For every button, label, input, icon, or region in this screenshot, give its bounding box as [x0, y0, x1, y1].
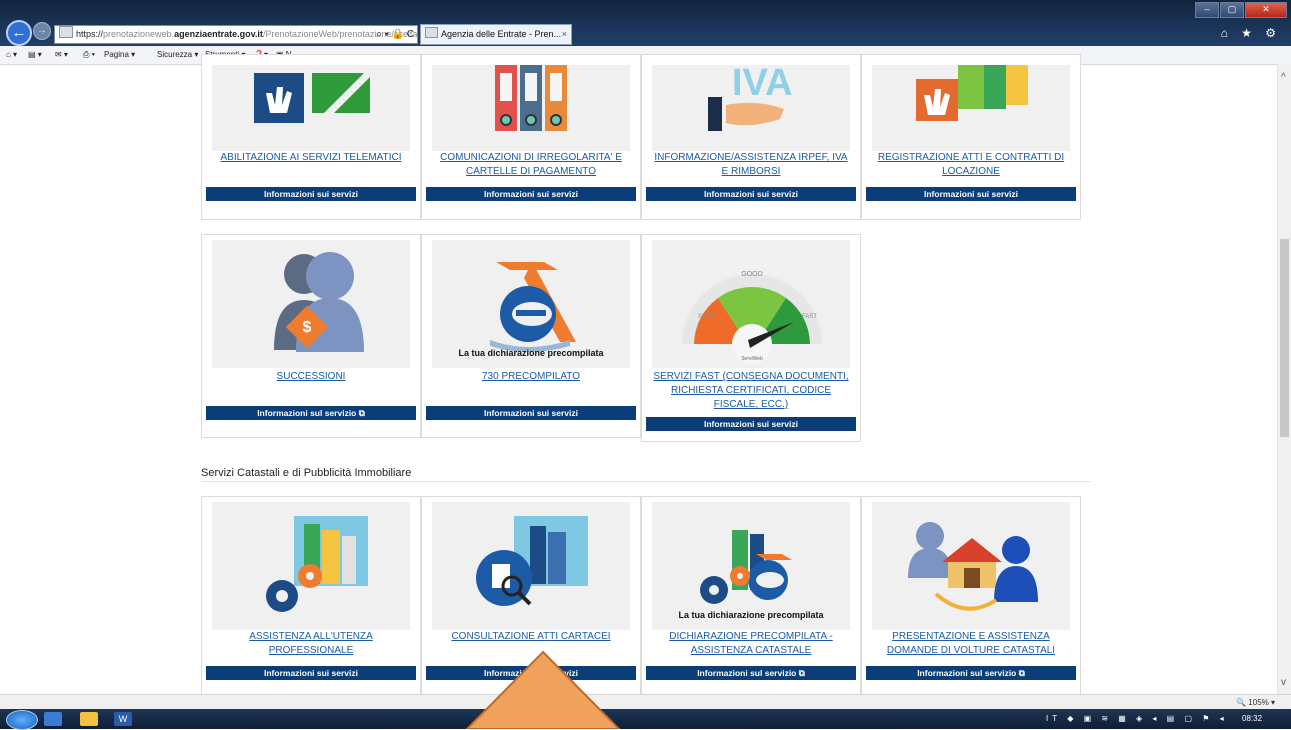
browser-tab[interactable]: Agenzia delle Entrate - Pren... × — [420, 24, 572, 45]
svg-text:$: $ — [303, 319, 312, 336]
page-menu-button[interactable]: Pagina ▾ — [104, 50, 135, 59]
section-heading: Servizi Catastali e di Pubblicità Immobi… — [201, 467, 412, 479]
info-button-comunicazioni[interactable]: Informazioni sui servizi — [426, 187, 636, 201]
speed-gauge-icon: GOOD SLOW FAST ServiWeb — [682, 271, 822, 364]
precompilata-caption: La tua dichiarazione precompilata — [458, 348, 604, 358]
iva-hand-icon: IVA — [708, 65, 793, 131]
hand-key-icon — [254, 73, 374, 123]
assistenza-utenza-image — [212, 502, 410, 630]
zoom-level[interactable]: 🔍 105% ▾ — [1236, 698, 1275, 707]
service-link-registrazione[interactable]: REGISTRAZIONE ATTI E CONTRATTI DI LOCAZI… — [870, 151, 1072, 179]
window-buttons: – ▢ ✕ — [1194, 2, 1287, 18]
registrazione-image — [872, 65, 1070, 151]
svg-text:GOOD: GOOD — [741, 271, 762, 278]
service-link-consultazione[interactable]: CONSULTAZIONE ATTI CARTACEI — [430, 630, 632, 644]
service-link-volture[interactable]: PRESENTAZIONE E ASSISTENZA DOMANDE DI VO… — [870, 630, 1072, 658]
tab-title: Agenzia delle Entrate - Pren... — [441, 29, 562, 39]
people-dollar-icon: $ — [274, 252, 364, 352]
info-button-dichiarazione-catastale[interactable]: Informazioni sul servizio ⧉ — [646, 666, 856, 680]
svg-text:SLOW: SLOW — [698, 314, 716, 320]
hand-buildings-icon — [916, 65, 1028, 121]
orange-pointer-arrow — [465, 650, 621, 729]
taskbar-clock[interactable]: 08:32 — [1242, 714, 1262, 723]
word-taskbar-icon[interactable]: W — [114, 712, 132, 726]
address-subdomain: prenotazioneweb. — [103, 29, 175, 39]
service-link-fast[interactable]: SERVIZI FAST (CONSEGNA DOCUMENTI, RICHIE… — [650, 370, 852, 412]
service-link-730[interactable]: 730 PRECOMPILATO — [430, 370, 632, 384]
system-tray-icons[interactable]: IT ◆ ▣ ≋ ▦ ◈ ◂ ▤ ▢ ⚑ ◂ — [1046, 714, 1228, 723]
successioni-image: $ — [212, 240, 410, 368]
consultazione-image — [432, 502, 630, 630]
browser-title-bar: ← → https://prenotazioneweb.agenziaentra… — [0, 0, 1291, 46]
info-button-abilitazione[interactable]: Informazioni sui servizi — [206, 187, 416, 201]
tab-favicon-icon — [425, 27, 438, 38]
safety-menu-button[interactable]: Sicurezza ▾ — [157, 50, 198, 59]
scroll-up-arrow-icon[interactable]: ^ — [1281, 72, 1286, 83]
abilitazione-image — [212, 65, 410, 151]
address-controls[interactable]: ⌕ ▾ 🔒 C — [376, 26, 414, 43]
feeds-menu-button[interactable]: ▤ ▾ — [28, 50, 42, 59]
close-window-button[interactable]: ✕ — [1245, 2, 1287, 18]
service-link-dichiarazione-catastale[interactable]: DICHIARAZIONE PRECOMPILATA - ASSISTENZA … — [650, 630, 852, 658]
info-button-registrazione[interactable]: Informazioni sui servizi — [866, 187, 1076, 201]
start-button[interactable] — [6, 710, 38, 730]
address-bar[interactable]: https://prenotazioneweb.agenziaentrate.g… — [54, 25, 418, 44]
maximize-button[interactable]: ▢ — [1220, 2, 1244, 18]
scroll-thumb[interactable] — [1280, 239, 1289, 437]
home-menu-button[interactable]: ⌂ ▾ — [6, 50, 17, 59]
svg-text:ServiWeb: ServiWeb — [741, 356, 763, 362]
service-card-dichiarazione-catastale: La tua dichiarazione precompilata DICHIA… — [641, 496, 861, 696]
service-card-irpef-iva: IVA INFORMAZIONE/ASSISTENZA IRPEF, IVA E… — [641, 54, 861, 220]
scroll-down-arrow-icon[interactable]: v — [1281, 677, 1286, 688]
service-link-abilitazione[interactable]: ABILITAZIONE AI SERVIZI TELEMATICI — [210, 151, 412, 165]
irpef-iva-image: IVA — [652, 65, 850, 151]
forward-button[interactable]: → — [33, 22, 51, 40]
precompilata-caption-catastale: La tua dichiarazione precompilata — [678, 610, 824, 620]
service-card-registrazione: REGISTRAZIONE ATTI E CONTRATTI DI LOCAZI… — [861, 54, 1081, 220]
service-link-successioni[interactable]: SUCCESSIONI — [210, 370, 412, 384]
windows-taskbar: W IT ◆ ▣ ≋ ▦ ◈ ◂ ▤ ▢ ⚑ ◂ 08:32 — [0, 709, 1291, 730]
back-button[interactable]: ← — [6, 20, 32, 46]
home-favorites-settings-icons[interactable]: ⌂ ★ ⚙ — [1221, 26, 1281, 40]
binders-icon — [495, 65, 567, 131]
service-link-assistenza-utenza[interactable]: ASSISTENZA ALL'UTENZA PROFESSIONALE — [210, 630, 412, 658]
page-scrollbar[interactable]: ^ v — [1277, 64, 1291, 694]
service-card-730: La tua dichiarazione precompilata 730 PR… — [421, 234, 641, 438]
internet-explorer-taskbar-icon[interactable] — [44, 712, 62, 726]
comunicazioni-image — [432, 65, 630, 151]
mail-menu-button[interactable]: ✉ ▾ — [55, 50, 68, 59]
address-host: agenziaentrate.gov.it — [174, 29, 263, 39]
730-precompilato-image: La tua dichiarazione precompilata — [432, 240, 630, 368]
svg-text:FAST: FAST — [802, 314, 817, 320]
magnifier-buildings-icon — [476, 516, 588, 606]
people-house-icon — [908, 522, 1038, 611]
site-favicon-icon — [59, 26, 73, 38]
browser-status-bar: 🔍 105% ▾ — [0, 694, 1291, 710]
service-card-abilitazione: ABILITAZIONE AI SERVIZI TELEMATICI Infor… — [201, 54, 421, 220]
service-card-successioni: $ SUCCESSIONI Informazioni sul servizio … — [201, 234, 421, 438]
service-link-irpef-iva[interactable]: INFORMAZIONE/ASSISTENZA IRPEF, IVA E RIM… — [650, 151, 852, 179]
info-button-assistenza-utenza[interactable]: Informazioni sui servizi — [206, 666, 416, 680]
section-divider — [201, 481, 1091, 482]
info-button-fast[interactable]: Informazioni sui servizi — [646, 417, 856, 431]
info-button-successioni[interactable]: Informazioni sul servizio ⧉ — [206, 406, 416, 420]
address-prefix: https:// — [76, 29, 104, 39]
dichiarazione-catastale-image: La tua dichiarazione precompilata — [652, 502, 850, 630]
svg-text:IVA: IVA — [732, 65, 793, 104]
volture-image — [872, 502, 1070, 630]
info-button-volture[interactable]: Informazioni sul servizio ⧉ — [866, 666, 1076, 680]
service-card-comunicazioni: COMUNICAZIONI DI IRREGOLARITA' E CARTELL… — [421, 54, 641, 220]
service-card-volture: PRESENTAZIONE E ASSISTENZA DOMANDE DI VO… — [861, 496, 1081, 696]
gears-buildings-icon — [266, 516, 368, 612]
info-button-irpef-iva[interactable]: Informazioni sui servizi — [646, 187, 856, 201]
servizi-fast-image: GOOD SLOW FAST ServiWeb — [652, 240, 850, 368]
info-button-730[interactable]: Informazioni sui servizi — [426, 406, 636, 420]
service-link-comunicazioni[interactable]: COMUNICAZIONI DI IRREGOLARITA' E CARTELL… — [430, 151, 632, 179]
tab-close-icon[interactable]: × — [562, 25, 567, 44]
service-card-fast: GOOD SLOW FAST ServiWeb SERVIZI FAST (CO… — [641, 234, 861, 442]
service-card-assistenza-utenza: ASSISTENZA ALL'UTENZA PROFESSIONALE Info… — [201, 496, 421, 696]
file-explorer-taskbar-icon[interactable] — [80, 712, 98, 726]
minimize-button[interactable]: – — [1195, 2, 1219, 18]
print-menu-button[interactable]: ⎙ ▾ — [83, 50, 95, 60]
